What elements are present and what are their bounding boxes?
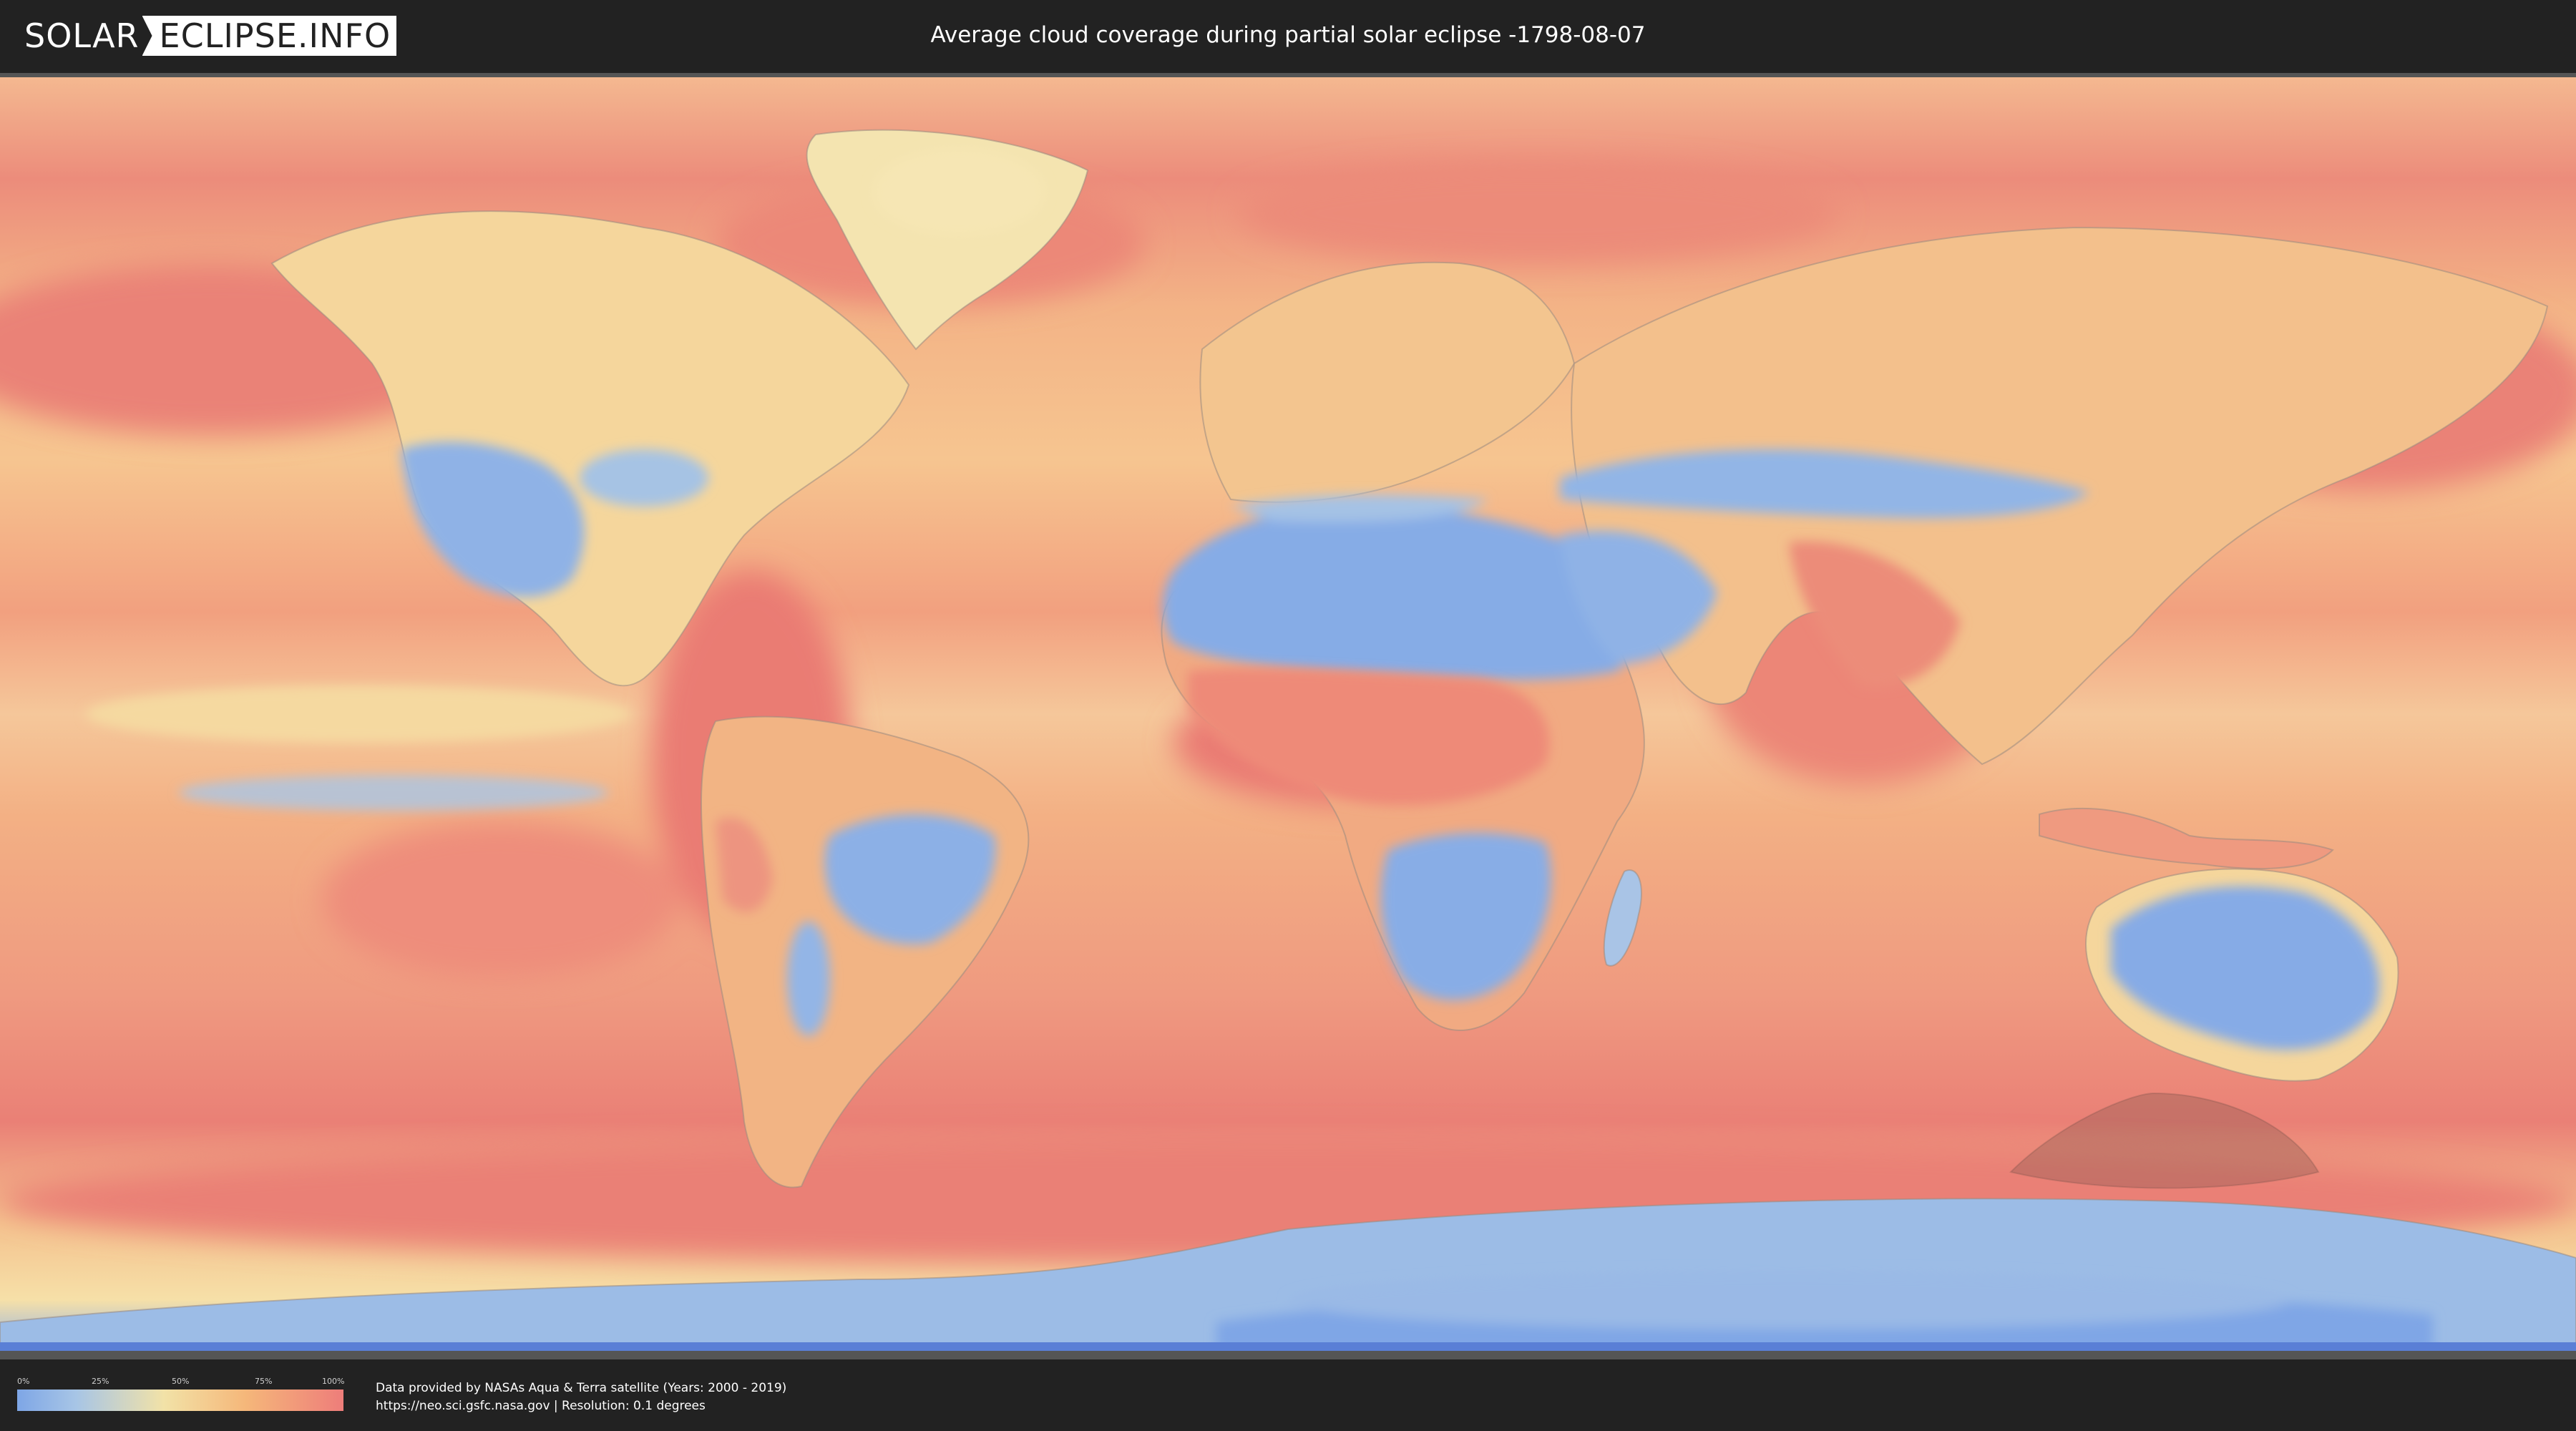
cloud-coverage-legend: 0% 25% 50% 75% 100% (17, 1377, 345, 1411)
antarctic-edge (0, 1342, 2576, 1351)
legend-ticks: 0% 25% 50% 75% 100% (17, 1377, 345, 1390)
world-map-svg (0, 77, 2576, 1351)
page-title: Average cloud coverage during partial so… (930, 22, 1646, 48)
data-credit: Data provided by NASAs Aqua & Terra sate… (376, 1379, 786, 1415)
legend-color-bar (17, 1390, 343, 1411)
credit-line-1: Data provided by NASAs Aqua & Terra sate… (376, 1381, 787, 1395)
legend-tick-0: 0% (17, 1377, 30, 1386)
header-bar: SOLAR ECLIPSE.INFO Average cloud coverag… (0, 0, 2576, 72)
credit-line-2: https://neo.sci.gsfc.nasa.gov | Resoluti… (376, 1399, 706, 1413)
legend-tick-100: 100% (322, 1377, 345, 1386)
legend-tick-75: 75% (255, 1377, 273, 1386)
cloud-coverage-map (0, 77, 2576, 1351)
legend-tick-50: 50% (172, 1377, 190, 1386)
legend-tick-25: 25% (92, 1377, 109, 1386)
